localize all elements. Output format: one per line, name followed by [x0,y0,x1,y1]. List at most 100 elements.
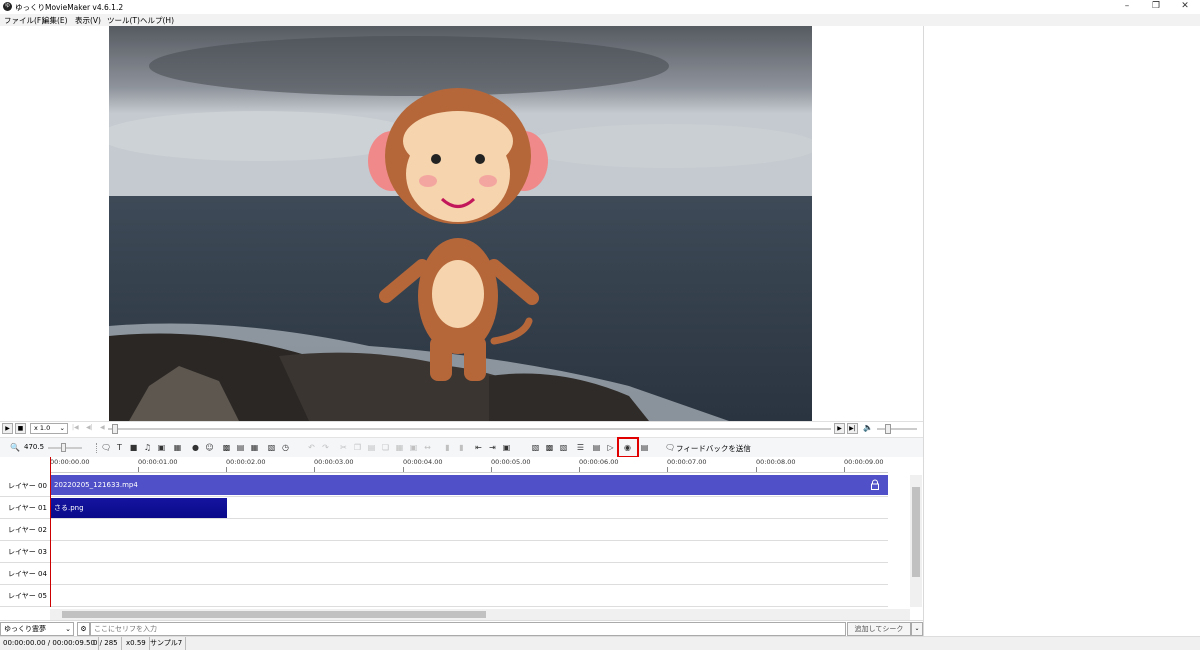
ruler-tick [403,467,404,472]
layer-row[interactable] [50,519,888,541]
layer-label[interactable]: レイヤー 00 [0,475,50,497]
menu-view[interactable]: 表示(V) [75,15,101,26]
layer-label[interactable]: レイヤー 03 [0,541,50,563]
fit-icon[interactable]: ▣ [502,443,511,452]
playback-speed-select[interactable]: x 1.0 ⌄ [30,423,68,434]
playhead[interactable] [50,457,51,607]
vertical-scrollbar[interactable] [910,475,922,607]
ruler-tick [579,467,580,472]
seek-bar[interactable] [108,428,831,430]
face-icon[interactable]: ☺ [205,443,214,452]
volume-handle[interactable] [885,424,891,434]
music-icon[interactable]: ♫ [143,443,152,452]
dialogue-input-bar: ゆっくり霊夢 ⌄ ⚙ 追加してシーク ⌄ [0,620,923,636]
status-scale: x0.59 [123,637,150,650]
jump-end-icon[interactable]: ⇥ [488,443,497,452]
export-icon[interactable]: ▤ [592,443,601,452]
horizontal-scroll-thumb[interactable] [62,611,486,618]
next-frame-icon[interactable]: ▶ [834,423,845,434]
layer-row[interactable] [50,563,888,585]
text-icon[interactable]: T [115,443,124,452]
layer-row[interactable] [50,541,888,563]
layers-icon[interactable]: ▤ [236,443,245,452]
clipboard-icon[interactable]: ▤ [640,443,649,452]
menu-help[interactable]: ヘルプ(H) [140,15,174,26]
align-right-icon[interactable]: ▮ [457,443,466,452]
zoom-icon: 🔍 [10,443,20,452]
group-icon[interactable]: ▩ [222,443,231,452]
menu-file[interactable]: ファイル(F) [4,15,44,26]
copy-icon[interactable]: ❐ [353,443,362,452]
close-button[interactable]: ✕ [1170,0,1200,14]
layer-label[interactable]: レイヤー 05 [0,585,50,607]
duplicate-icon[interactable]: ❏ [381,443,390,452]
horizontal-scrollbar[interactable] [50,609,910,620]
minimize-button[interactable]: – [1112,0,1142,14]
highlight-box [617,437,639,458]
timeline-toolbar: 🔍 470.5 🗨 T ■ ♫ ▣ ▦ ● ☺ ▩ ▤ ▦ ▧ ◷ ↶ ↷ ✂ … [0,437,923,457]
grid-icon[interactable]: ▦ [250,443,259,452]
video-clip[interactable]: 20220205_121633.mp4 [51,475,888,495]
jump-start-icon[interactable]: ⇤ [474,443,483,452]
skip-end-icon[interactable]: ▶| [847,423,858,434]
preview-image [109,26,812,421]
redo-icon[interactable]: ↷ [321,443,330,452]
menu-tools[interactable]: ツール(T) [107,15,140,26]
paste-icon[interactable]: ▤ [367,443,376,452]
new-file-icon[interactable]: ▧ [531,443,540,452]
seek-handle[interactable] [112,424,118,434]
volume-slider[interactable] [877,428,917,430]
comment-icon[interactable]: 🗨 [101,443,111,452]
move-icon[interactable]: ↔ [423,443,432,452]
restore-button[interactable]: ❐ [1141,0,1171,14]
layer-label[interactable]: レイヤー 02 [0,519,50,541]
status-sample: サンプル7 [147,637,187,650]
menu-edit[interactable]: 編集(E) [42,15,68,26]
shapes-icon[interactable]: ▦ [173,443,182,452]
step-back-icon[interactable]: ◀ [100,424,105,431]
play-icon[interactable]: ▶ [2,423,13,434]
zoom-handle[interactable] [61,443,66,452]
prev-frame-icon[interactable]: ◀| [86,424,93,431]
chevron-down-icon[interactable]: ⌄ [911,622,923,636]
ruler-label: 00:00:09.00 [844,458,884,466]
ruler-label: 00:00:04.00 [403,458,443,466]
stop-icon[interactable]: ■ [15,423,26,434]
speaker-settings-icon[interactable]: ⚙ [77,622,90,636]
save-icon[interactable]: ▧ [267,443,276,452]
undo-icon[interactable]: ↶ [307,443,316,452]
image-clip[interactable]: さる.png [51,498,227,518]
chevron-down-icon: ⌄ [59,424,65,432]
split-icon[interactable]: ▦ [395,443,404,452]
person-icon[interactable]: ● [191,443,200,452]
layer-row[interactable] [50,585,888,607]
lock-toolbar-icon[interactable]: ▣ [409,443,418,452]
vertical-scroll-thumb[interactable] [912,487,920,577]
character-select[interactable]: ゆっくり霊夢 ⌄ [0,622,74,636]
ruler-label: 00:00:00.00 [50,458,90,466]
image-icon[interactable]: ▣ [157,443,166,452]
player-bar: ▶ ■ x 1.0 ⌄ |◀ ◀| ◀ ▶ ▶| 🔈 [0,421,923,436]
ruler-tick [138,467,139,472]
save-project-icon[interactable]: ▧ [559,443,568,452]
video-icon[interactable]: ■ [129,443,138,452]
settings-icon[interactable]: ☰ [576,443,585,452]
feedback-label[interactable]: フィードバックを送信 [676,443,751,454]
layer-label[interactable]: レイヤー 01 [0,497,50,519]
clock-icon[interactable]: ◷ [281,443,290,452]
export-video-icon[interactable]: ▷ [606,443,615,452]
open-folder-icon[interactable]: ▩ [545,443,554,452]
cut-icon[interactable]: ✂ [339,443,348,452]
add-and-seek-button[interactable]: 追加してシーク [847,622,911,636]
volume-icon[interactable]: 🔈 [863,423,873,432]
lock-icon[interactable] [870,479,880,490]
dialogue-input[interactable] [90,622,846,636]
layer-label[interactable]: レイヤー 04 [0,563,50,585]
align-left-icon[interactable]: ▮ [443,443,452,452]
feedback-icon[interactable]: 🗨 [665,443,675,452]
skip-start-icon[interactable]: |◀ [72,424,79,431]
preview-canvas[interactable] [109,26,812,421]
menu-bar: ファイル(F) 編集(E) 表示(V) ツール(T) ヘルプ(H) [0,14,1200,26]
ruler-tick [844,467,845,472]
time-ruler[interactable]: 00:00:00.00 00:00:01.00 00:00:02.00 00:0… [50,457,888,473]
